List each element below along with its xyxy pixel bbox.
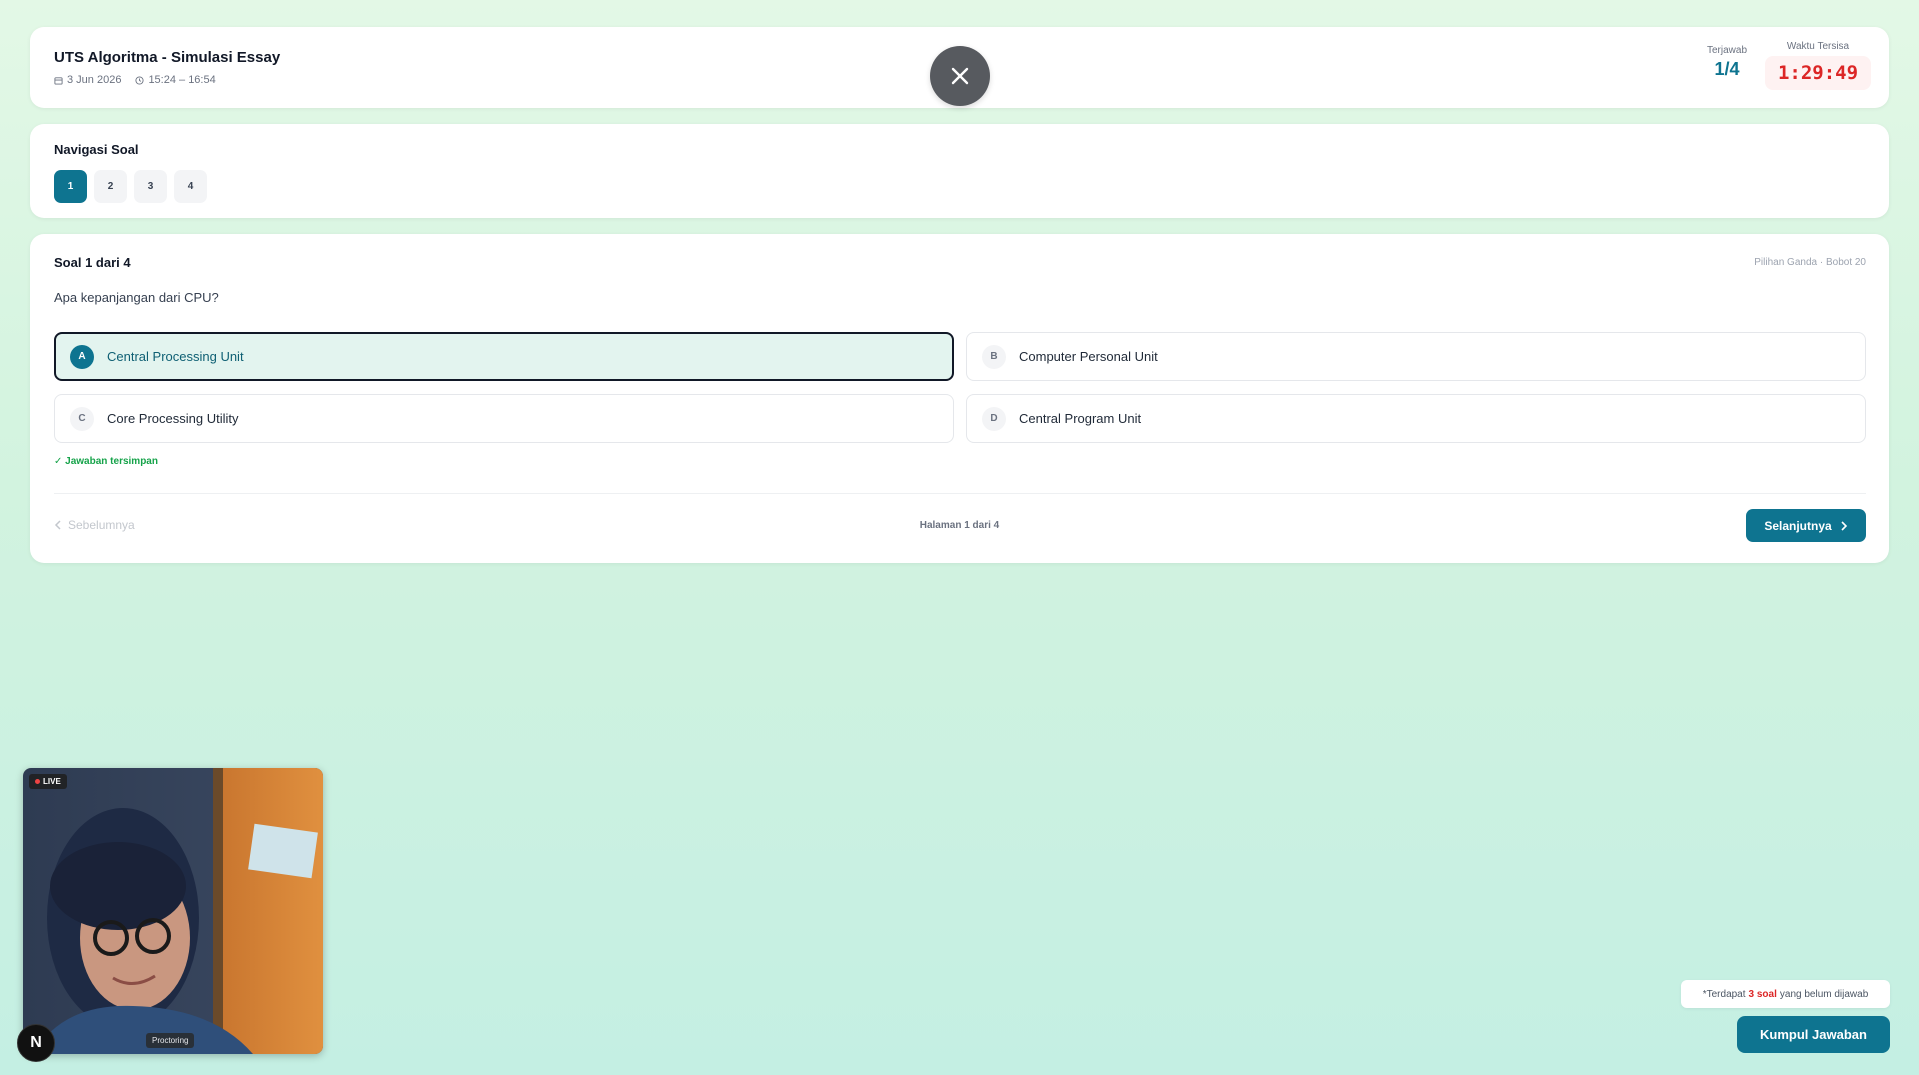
question-number: Soal 1 dari 4 [54, 255, 131, 270]
option-d[interactable]: D Central Program Unit [966, 394, 1866, 443]
proctoring-camera[interactable]: LIVE Proctoring [23, 768, 323, 1054]
question-card: Soal 1 dari 4 Pilihan Ganda · Bobot 20 A… [30, 234, 1889, 563]
remaining-timer: Waktu Tersisa 1:29:49 [1765, 41, 1871, 90]
question-text: Apa kepanjangan dari CPU? [54, 290, 219, 305]
answer-saved-note: ✓ Jawaban tersimpan [54, 456, 158, 467]
close-button[interactable] [930, 46, 990, 106]
option-text: Computer Personal Unit [1019, 349, 1158, 364]
exam-time-text: 15:24 – 16:54 [148, 74, 216, 86]
camera-feed [23, 768, 323, 1054]
question-meta: Pilihan Ganda · Bobot 20 [1754, 257, 1866, 268]
next-label: Selanjutnya [1764, 518, 1832, 533]
live-dot-icon [35, 779, 40, 784]
submit-answers-button[interactable]: Kumpul Jawaban [1737, 1016, 1890, 1053]
next-button[interactable]: Selanjutnya [1746, 509, 1866, 542]
navigation-title: Navigasi Soal [54, 142, 139, 157]
nav-question-1[interactable]: 1 [54, 170, 87, 203]
nav-question-4[interactable]: 4 [174, 170, 207, 203]
exam-title: UTS Algoritma - Simulasi Essay [54, 49, 281, 66]
option-c[interactable]: C Core Processing Utility [54, 394, 954, 443]
question-navigation: Navigasi Soal 1 2 3 4 [30, 124, 1889, 218]
exam-time: 15:24 – 16:54 [135, 74, 216, 86]
page-indicator: Halaman 1 dari 4 [919, 520, 1000, 531]
live-badge: LIVE [29, 774, 67, 789]
clock-icon [135, 75, 144, 85]
calendar-icon [54, 76, 63, 85]
option-b[interactable]: B Computer Personal Unit [966, 332, 1866, 381]
exam-date-text: 3 Jun 2026 [67, 74, 122, 86]
chevron-right-icon [1841, 520, 1847, 531]
exam-meta: 3 Jun 2026 15:24 – 16:54 [54, 74, 216, 86]
timer-value: 1:29:49 [1765, 56, 1871, 90]
note-count: 3 soal [1748, 988, 1777, 1000]
divider [54, 493, 1866, 494]
option-letter: A [70, 344, 94, 369]
answered-counter: Terjawab 1/4 [1697, 45, 1757, 80]
framework-logo[interactable]: N [17, 1024, 55, 1062]
option-text: Central Processing Unit [107, 349, 244, 364]
proctoring-label: Proctoring [146, 1033, 195, 1048]
nav-question-3[interactable]: 3 [134, 170, 167, 203]
option-text: Central Program Unit [1019, 411, 1142, 426]
live-label: LIVE [43, 777, 61, 786]
note-prefix: *Terdapat [1702, 988, 1746, 1000]
close-icon [951, 67, 969, 85]
option-letter: C [70, 406, 94, 431]
answered-value: 1/4 [1714, 59, 1740, 79]
unanswered-note: *Terdapat 3 soal yang belum dijawab [1681, 980, 1890, 1008]
navigation-list: 1 2 3 4 [54, 170, 207, 203]
option-letter: D [982, 406, 1006, 431]
option-letter: B [982, 344, 1006, 369]
note-suffix: yang belum dijawab [1779, 988, 1869, 1000]
nav-question-2[interactable]: 2 [94, 170, 127, 203]
answered-label: Terjawab [1706, 45, 1748, 56]
option-text: Core Processing Utility [107, 411, 239, 426]
exam-date: 3 Jun 2026 [54, 74, 121, 86]
timer-label: Waktu Tersisa [1786, 41, 1850, 52]
option-a[interactable]: A Central Processing Unit [54, 332, 954, 381]
